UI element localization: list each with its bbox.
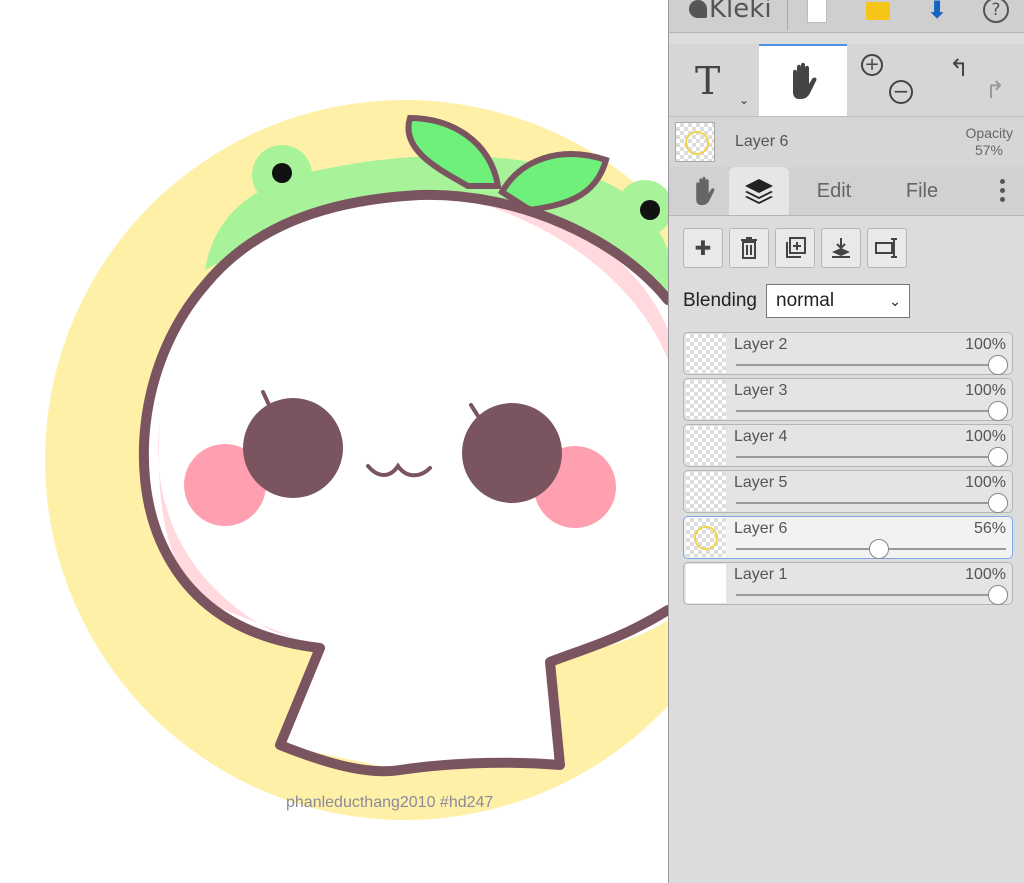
new-page-icon <box>807 0 827 23</box>
rename-layer-button[interactable] <box>867 228 907 268</box>
hand-tool-button[interactable] <box>759 44 847 116</box>
duplicate-icon <box>786 237 806 258</box>
top-bar: Kleki ⬇ ? <box>669 0 1024 33</box>
tab-edit[interactable]: Edit <box>799 167 869 215</box>
layer-name: Layer 6 <box>734 520 788 537</box>
kleki-logo-icon <box>689 0 707 18</box>
current-layer-info: Layer 6 Opacity 57% <box>669 117 1024 167</box>
zoom-in-icon[interactable]: + <box>861 54 883 76</box>
merge-down-icon <box>832 238 850 258</box>
open-file-button[interactable] <box>863 0 893 28</box>
layer-thumb-ring <box>685 131 709 155</box>
help-icon: ? <box>983 0 1009 23</box>
more-options-icon[interactable] <box>1000 179 1005 206</box>
layer-thumbnail <box>686 380 726 419</box>
download-button[interactable]: ⬇ <box>922 0 952 28</box>
drawing-canvas[interactable]: phanleducthang2010 #hd247 <box>0 0 668 883</box>
blending-select[interactable]: normal ⌄ <box>766 284 910 318</box>
opacity-value: 57% <box>974 142 1003 158</box>
tool-panel: Kleki ⬇ ? T ⌄ + − ↰ ↱ Layer 6 Opacity 57… <box>668 0 1024 883</box>
tab-file[interactable]: File <box>887 167 957 215</box>
blending-value: normal <box>776 290 835 311</box>
help-button[interactable]: ? <box>981 0 1011 28</box>
undo-icon[interactable]: ↰ <box>949 54 969 82</box>
layer-name: Layer 3 <box>734 382 788 399</box>
layer-row[interactable]: Layer 1 100% <box>683 562 1013 605</box>
zoom-out-icon[interactable]: − <box>889 80 913 104</box>
kleki-logo[interactable]: Kleki <box>689 0 772 24</box>
layer-opacity-slider-handle[interactable] <box>988 401 1008 421</box>
merge-down-button[interactable] <box>821 228 861 268</box>
layer-opacity-value: 100% <box>965 428 1006 445</box>
hand-icon <box>793 62 817 99</box>
layer-name: Layer 4 <box>734 428 788 445</box>
layer-opacity-slider-handle[interactable] <box>988 447 1008 467</box>
trash-icon <box>741 237 757 259</box>
delete-layer-button[interactable] <box>729 228 769 268</box>
layer-opacity-slider-track[interactable] <box>736 456 1006 458</box>
layer-thumbnail <box>686 426 726 465</box>
layer-name: Layer 1 <box>734 566 788 583</box>
layer-name: Layer 5 <box>734 474 788 491</box>
rename-icon <box>875 238 897 258</box>
layer-row[interactable]: Layer 4 100% <box>683 424 1013 467</box>
toolbar-divider <box>787 0 788 30</box>
duplicate-layer-button[interactable] <box>775 228 815 268</box>
tab-layers[interactable] <box>729 167 789 215</box>
watermark-text: phanleducthang2010 #hd247 <box>286 794 494 811</box>
add-layer-button[interactable]: ✚ <box>683 228 723 268</box>
chevron-down-icon[interactable]: ⌄ <box>739 94 749 106</box>
open-folder-icon <box>866 2 890 20</box>
layer-thumbnail <box>686 472 726 511</box>
text-tool-icon: T <box>695 59 721 103</box>
layer-opacity-slider-handle[interactable] <box>869 539 889 559</box>
panel-tabs: Edit File <box>669 167 1024 216</box>
layer-name: Layer 2 <box>734 336 788 353</box>
layer-row[interactable]: Layer 3 100% <box>683 378 1013 421</box>
new-image-button[interactable] <box>802 0 832 28</box>
layer-opacity-slider-track[interactable] <box>736 410 1006 412</box>
tab-hand[interactable] <box>679 167 729 215</box>
layer-opacity-value: 100% <box>965 474 1006 491</box>
opacity-label: Opacity <box>965 125 1013 141</box>
layers-icon <box>745 179 773 204</box>
layer-opacity-slider-track[interactable] <box>736 364 1006 366</box>
plus-icon: ✚ <box>694 236 712 260</box>
layer-thumbnail <box>686 564 726 603</box>
layer-thumb-ring <box>694 526 718 550</box>
layer-opacity-value: 100% <box>965 382 1006 399</box>
layer-opacity-slider-handle[interactable] <box>988 493 1008 513</box>
layer-opacity-slider-handle[interactable] <box>988 585 1008 605</box>
layer-opacity-value: 100% <box>965 336 1006 353</box>
layer-opacity-value: 100% <box>965 566 1006 583</box>
layer-opacity-slider-track[interactable] <box>736 594 1006 596</box>
layer-opacity-slider-handle[interactable] <box>988 355 1008 375</box>
layer-row[interactable]: Layer 6 56% <box>683 516 1013 559</box>
app-name: Kleki <box>709 0 772 24</box>
layer-opacity-value: 56% <box>973 520 1006 537</box>
tool-row: T ⌄ + − ↰ ↱ <box>669 44 1024 117</box>
layer-row[interactable]: Layer 2 100% <box>683 332 1013 375</box>
hand-icon <box>696 176 715 205</box>
canvas-artwork <box>45 100 668 820</box>
current-layer-name: Layer 6 <box>735 133 789 150</box>
layer-thumbnail <box>686 334 726 373</box>
layer-actions: ✚ <box>669 216 1024 276</box>
blending-label: Blending <box>683 290 757 311</box>
current-layer-thumbnail <box>675 122 715 162</box>
layer-thumbnail <box>686 518 726 557</box>
download-icon: ⬇ <box>926 0 948 24</box>
layer-row[interactable]: Layer 5 100% <box>683 470 1013 513</box>
redo-icon[interactable]: ↱ <box>985 76 1005 104</box>
text-tool-button[interactable]: T ⌄ <box>687 46 749 116</box>
zoom-controls: + − <box>859 54 919 114</box>
chevron-down-icon: ⌄ <box>889 293 901 309</box>
layer-opacity-slider-track[interactable] <box>736 502 1006 504</box>
